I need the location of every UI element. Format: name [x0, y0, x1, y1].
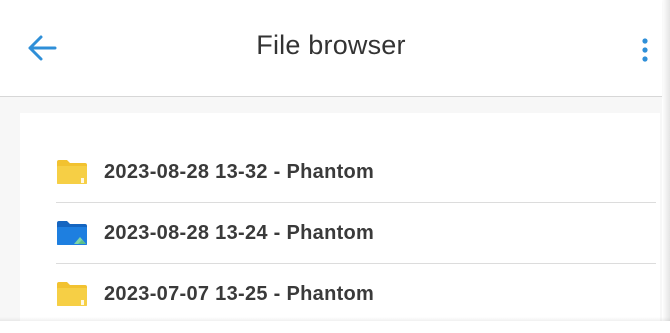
- file-name: 2023-07-07 13-25 - Phantom: [104, 282, 375, 305]
- frame-edge: [662, 0, 670, 321]
- list-item[interactable]: 2023-07-07 13-25 - Phantom: [56, 264, 656, 324]
- file-browser-screen: File browser 2023-08-28 13-32 - Phantom: [0, 0, 670, 333]
- folder-icon: [57, 282, 87, 306]
- file-list: 2023-08-28 13-32 - Phantom 2023-08-28 13…: [20, 113, 660, 333]
- page-title: File browser: [256, 30, 406, 60]
- folder-icon: [57, 160, 87, 184]
- app-bar: File browser: [0, 0, 662, 97]
- file-name: 2023-08-28 13-32 - Phantom: [104, 160, 375, 183]
- file-name: 2023-08-28 13-24 - Phantom: [104, 221, 375, 244]
- more-vertical-icon: [642, 38, 648, 62]
- list-item[interactable]: 2023-08-28 13-32 - Phantom: [56, 142, 656, 202]
- image-folder-icon: [57, 221, 87, 245]
- overflow-menu-button[interactable]: [630, 30, 660, 70]
- list-item[interactable]: 2023-08-28 13-24 - Phantom: [56, 203, 656, 263]
- content-area: 2023-08-28 13-32 - Phantom 2023-08-28 13…: [0, 97, 662, 333]
- frame-edge: [0, 317, 670, 321]
